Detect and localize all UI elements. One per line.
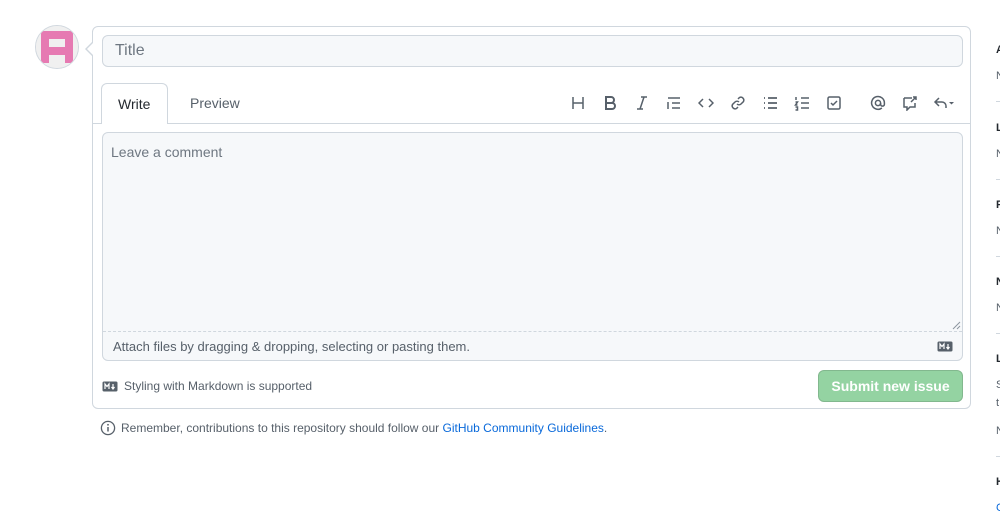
guideline-prefix: Remember, contributions to this reposito… xyxy=(121,421,443,435)
italic-icon[interactable] xyxy=(626,89,658,117)
markdown-hint-text: Styling with Markdown is supported xyxy=(124,379,313,393)
mention-icon[interactable] xyxy=(862,89,894,117)
markdown-icon xyxy=(102,381,118,391)
title-input[interactable] xyxy=(102,35,963,67)
comment-box: Attach files by dragging & dropping, sel… xyxy=(102,132,963,361)
tab-write[interactable]: Write xyxy=(101,83,168,124)
sidebar-linked-value: N xyxy=(996,425,1000,437)
task-list-icon[interactable] xyxy=(818,89,850,117)
sidebar-helpful-link[interactable]: C xyxy=(996,502,1000,514)
submit-new-issue-button[interactable]: Submit new issue xyxy=(818,370,963,402)
quote-icon[interactable] xyxy=(658,89,690,117)
guideline-note: Remember, contributions to this reposito… xyxy=(100,420,607,436)
sidebar-milestone-heading[interactable]: N xyxy=(996,276,1000,288)
sidebar-linked-heading[interactable]: L xyxy=(996,353,1000,365)
sidebar-labels-heading[interactable]: L xyxy=(996,122,1000,134)
comment-textarea[interactable] xyxy=(103,133,962,331)
editor-tabbar: Write Preview xyxy=(93,83,970,124)
sidebar-milestone-value: N xyxy=(996,302,1000,314)
sidebar-labels-value: N xyxy=(996,148,1000,160)
tab-preview[interactable]: Preview xyxy=(174,83,256,123)
markdown-icon xyxy=(937,341,953,352)
reply-icon[interactable] xyxy=(926,89,962,117)
resize-handle-icon[interactable] xyxy=(951,320,961,330)
code-icon[interactable] xyxy=(690,89,722,117)
markdown-toolbar xyxy=(562,83,962,123)
info-icon xyxy=(100,420,116,436)
sidebar-linked-line-2: t xyxy=(996,397,1000,409)
ordered-list-icon[interactable] xyxy=(786,89,818,117)
community-guidelines-link[interactable]: GitHub Community Guidelines xyxy=(443,421,604,435)
link-icon[interactable] xyxy=(722,89,754,117)
unordered-list-icon[interactable] xyxy=(754,89,786,117)
reference-icon[interactable] xyxy=(894,89,926,117)
sidebar-linked-line-1: S xyxy=(996,379,1000,391)
sidebar-assignees-heading[interactable]: A xyxy=(996,44,1000,56)
attach-files-text: Attach files by dragging & dropping, sel… xyxy=(113,339,470,354)
avatar[interactable] xyxy=(35,25,79,69)
sidebar-helpful-heading[interactable]: H xyxy=(996,476,1000,488)
sidebar-projects-value: N xyxy=(996,225,1000,237)
sidebar-edge: A N L N P N N N L S t N H C xyxy=(994,0,1000,526)
sidebar-projects-heading[interactable]: P xyxy=(996,199,1000,211)
new-issue-form: Write Preview xyxy=(85,26,971,409)
heading-icon[interactable] xyxy=(562,89,594,117)
bold-icon[interactable] xyxy=(594,89,626,117)
sidebar-assignees-value: N xyxy=(996,70,1000,82)
attach-files-bar[interactable]: Attach files by dragging & dropping, sel… xyxy=(103,331,962,360)
guideline-suffix: . xyxy=(603,421,608,435)
markdown-hint[interactable]: Styling with Markdown is supported xyxy=(102,379,312,393)
